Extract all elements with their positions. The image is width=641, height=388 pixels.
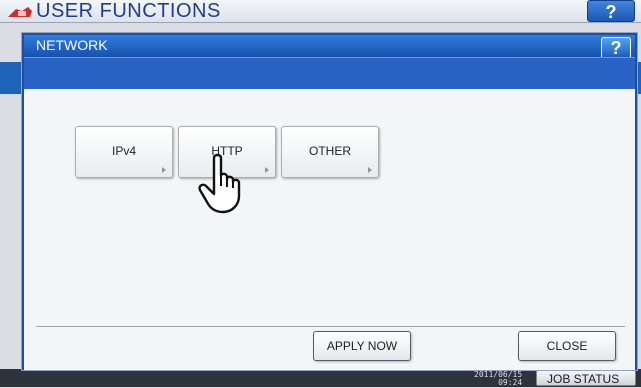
- dialog-content: IPv4 HTTP OTHER APPLY NOW CLOSE: [24, 89, 635, 370]
- dialog-help-button[interactable]: ?: [601, 37, 631, 59]
- job-status-button[interactable]: JOB STATUS: [536, 370, 636, 386]
- close-button[interactable]: CLOSE: [518, 331, 616, 361]
- other-label: OTHER: [309, 144, 351, 158]
- dialog-band: [24, 57, 635, 90]
- submenu-arrow-icon: [368, 167, 372, 173]
- submenu-arrow-icon: [265, 167, 269, 173]
- background-help-button[interactable]: ?: [587, 0, 635, 22]
- background-title: USER FUNCTIONS: [36, 0, 221, 22]
- datetime-display: 2011/06/15 09:24: [474, 371, 522, 387]
- ipv4-label: IPv4: [111, 144, 136, 158]
- network-dialog: NETWORK ? IPv4 HTTP OTHER APPLY NOW CLOS…: [22, 33, 637, 370]
- background-header: USER FUNCTIONS ?: [0, 0, 641, 23]
- ipv4-button[interactable]: IPv4: [75, 126, 173, 178]
- submenu-arrow-icon: [162, 167, 166, 173]
- pointing-hand-icon: [198, 153, 241, 214]
- time-text: 09:24: [498, 378, 523, 387]
- apply-now-button[interactable]: APPLY NOW: [313, 331, 411, 361]
- other-button[interactable]: OTHER: [281, 126, 379, 178]
- separator-line: [36, 326, 625, 327]
- dialog-title: NETWORK: [36, 37, 108, 53]
- machine-logo-icon: [8, 7, 32, 17]
- dialog-titlebar: NETWORK ?: [24, 35, 635, 59]
